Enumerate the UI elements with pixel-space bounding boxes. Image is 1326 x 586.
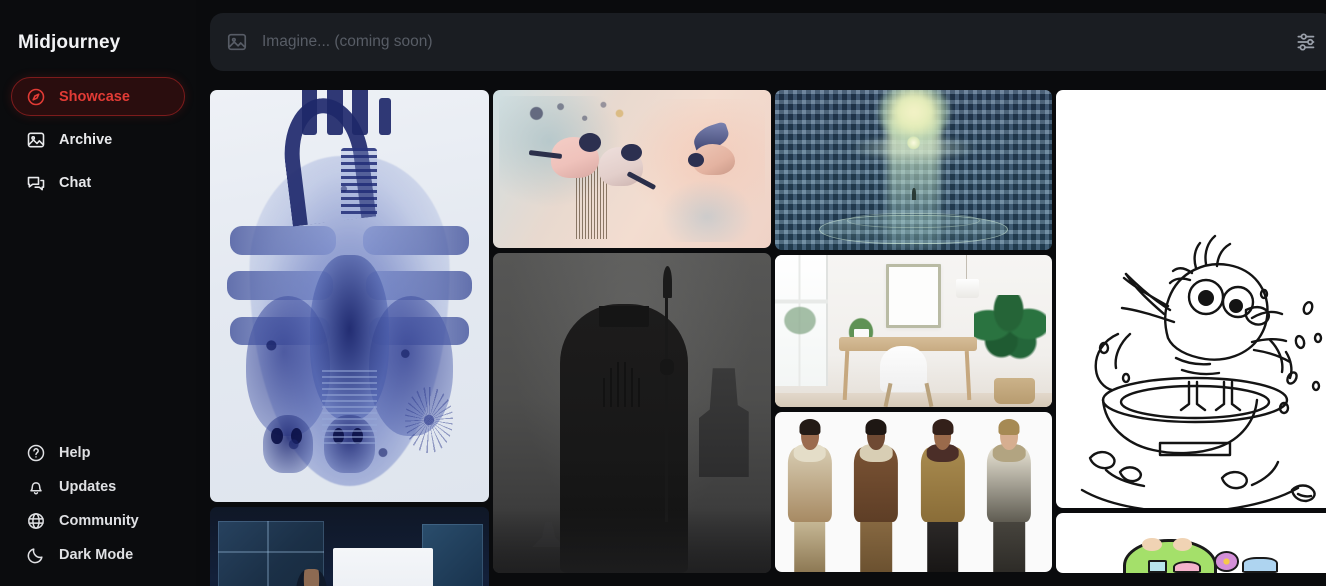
gallery-card-minimal-interior[interactable] (775, 255, 1052, 407)
sidebar-item-label: Showcase (59, 88, 130, 105)
gallery-column-2 (493, 90, 771, 586)
sidebar-item-label: Updates (59, 479, 117, 495)
gallery-card-dark-figure[interactable] (493, 253, 771, 573)
sidebar: Midjourney Showcase Archive Chat Help Up… (0, 0, 196, 586)
dark-hooded-figure-artwork (493, 253, 771, 573)
sidebar-item-label: Dark Mode (59, 547, 134, 563)
sidebar-secondary-nav: Help Updates Community Dark Mode (0, 436, 196, 586)
sidebar-item-showcase[interactable]: Showcase (11, 77, 185, 116)
image-icon (26, 130, 46, 150)
character-lineup-artwork (775, 412, 1052, 572)
sidebar-item-label: Community (59, 513, 139, 529)
xray-heart-artwork (210, 90, 489, 502)
gallery-card-kawaii-characters[interactable] (1056, 513, 1326, 573)
gallery-card-bird-bath-sketch[interactable] (1056, 90, 1326, 508)
image-icon (226, 31, 248, 53)
sliders-icon[interactable] (1294, 29, 1320, 55)
gallery-column-4 (1056, 90, 1326, 586)
sidebar-item-help[interactable]: Help (11, 436, 185, 470)
gallery-column-3 (775, 90, 1052, 586)
office-presentation-photo (210, 507, 489, 586)
gallery-card-watercolor-birds[interactable] (493, 90, 771, 248)
sidebar-item-community[interactable]: Community (11, 504, 185, 538)
sidebar-item-updates[interactable]: Updates (11, 470, 185, 504)
gallery-card-office-presentation[interactable] (210, 507, 489, 586)
gallery-column-1 (210, 90, 489, 586)
app-root: Midjourney Showcase Archive Chat Help Up… (0, 0, 1326, 586)
prompt-input[interactable] (248, 33, 1294, 51)
sidebar-primary-nav: Showcase Archive Chat (0, 77, 196, 202)
sidebar-item-label: Archive (59, 131, 113, 148)
sidebar-item-label: Help (59, 445, 91, 461)
sidebar-item-dark-mode[interactable]: Dark Mode (11, 538, 185, 572)
gallery-card-xray-heart[interactable] (210, 90, 489, 502)
brand-title: Midjourney (18, 32, 121, 53)
surreal-teal-hall-artwork (775, 90, 1052, 250)
bell-icon (26, 477, 46, 497)
sidebar-item-label: Chat (59, 174, 92, 191)
watercolor-birds-artwork (493, 90, 771, 248)
compass-icon (26, 87, 46, 107)
main-content (196, 0, 1326, 586)
gallery-card-character-lineup[interactable] (775, 412, 1052, 572)
minimal-interior-photo (775, 255, 1052, 407)
bird-bath-sketch-artwork (1056, 90, 1326, 508)
kawaii-characters-artwork (1056, 513, 1326, 573)
globe-icon (26, 511, 46, 531)
image-gallery-grid (210, 90, 1326, 586)
chat-icon (26, 173, 46, 193)
question-circle-icon (26, 443, 46, 463)
sidebar-item-chat[interactable]: Chat (11, 163, 185, 202)
prompt-bar[interactable] (210, 13, 1326, 71)
moon-icon (26, 545, 46, 565)
gallery-card-surreal-hall[interactable] (775, 90, 1052, 250)
sidebar-item-archive[interactable]: Archive (11, 120, 185, 159)
